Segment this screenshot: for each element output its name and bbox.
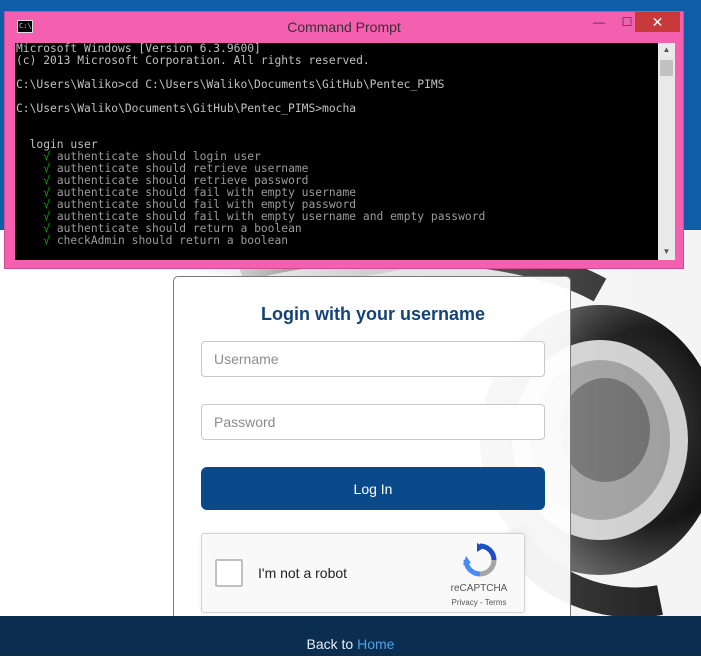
login-card: Login with your username Log In I'm not … <box>173 276 571 621</box>
cmd-window-title: Command Prompt <box>287 19 401 35</box>
login-title: Login with your username <box>260 304 486 324</box>
recaptcha-terms-link[interactable]: Terms <box>485 598 507 607</box>
recaptcha-brand: reCAPTCHA <box>450 583 508 594</box>
cmd-console-output[interactable]: Microsoft Windows [Version 6.3.9600] (c) … <box>15 43 658 260</box>
footer-back-text: Back to <box>306 636 358 652</box>
login-button[interactable]: Log In <box>201 467 545 510</box>
scroll-down-arrow-icon[interactable]: ▼ <box>658 245 675 259</box>
cmd-scrollbar[interactable]: ▲ ▼ <box>658 43 675 260</box>
recaptcha-label: I'm not a robot <box>258 565 348 581</box>
footer-home-link[interactable]: Home <box>357 636 394 652</box>
recaptcha-widget: I'm not a robot reCAPTCHA Privacy - Term… <box>201 533 525 613</box>
recaptcha-link-separator: - <box>477 598 485 607</box>
console-line: C:\Users\Waliko>cd C:\Users\Waliko\Docum… <box>16 78 445 91</box>
minimize-icon[interactable]: — <box>585 12 613 32</box>
check-mark-icon: √ <box>43 234 51 247</box>
close-icon[interactable]: ✕ <box>635 12 680 32</box>
recaptcha-checkbox[interactable] <box>215 559 243 587</box>
recaptcha-privacy-link[interactable]: Privacy <box>452 598 478 607</box>
footer: Back to Home <box>0 616 701 656</box>
console-lines: Microsoft Windows [Version 6.3.9600] (c) … <box>16 43 485 247</box>
command-prompt-window: C:\ Command Prompt — ☐ ✕ Microsoft Windo… <box>4 11 684 269</box>
password-input[interactable] <box>201 404 545 440</box>
recaptcha-logo-icon <box>463 543 497 577</box>
console-line: C:\Users\Waliko\Documents\GitHub\Pentec_… <box>16 102 357 115</box>
scroll-up-arrow-icon[interactable]: ▲ <box>658 43 675 57</box>
console-line: (c) 2013 Microsoft Corporation. All righ… <box>16 54 370 67</box>
console-test-pass-line: √ checkAdmin should return a boolean <box>43 234 289 247</box>
cmd-title-bar[interactable]: C:\ Command Prompt — ☐ ✕ <box>5 12 683 42</box>
recaptcha-links: Privacy - Terms <box>438 598 520 607</box>
username-input[interactable] <box>201 341 545 377</box>
scrollbar-thumb[interactable] <box>660 60 673 76</box>
